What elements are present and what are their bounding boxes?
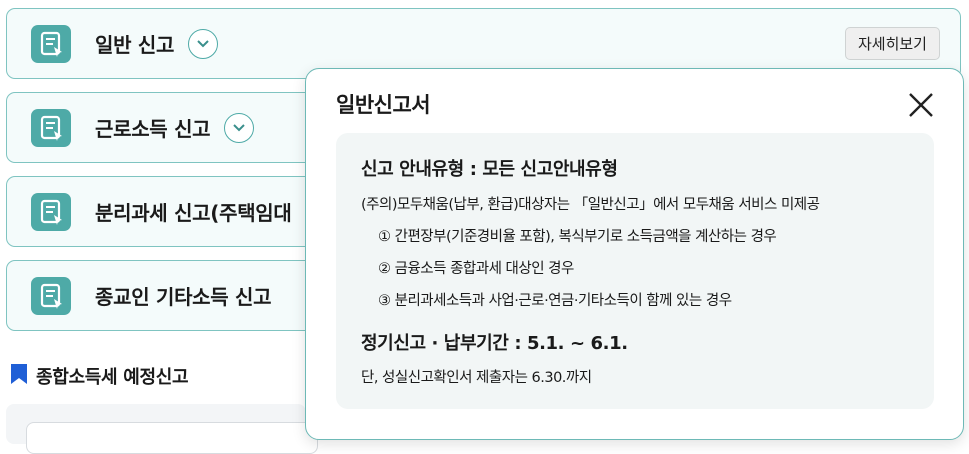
detail-button[interactable]: 자세히보기 xyxy=(844,27,940,60)
section-title: 종합소득세 예정신고 xyxy=(36,367,189,388)
section-heading: 종합소득세 예정신고 xyxy=(10,362,189,390)
list-item: ③ 분리과세소득과 사업·근로·연금·기타소득이 함께 있는 경우 xyxy=(378,293,732,309)
filing-period: 정기신고 · 납부기간 : 5.1. ~ 6.1. xyxy=(361,333,628,354)
card-title: 분리과세 신고(주택임대 xyxy=(95,201,292,225)
general-filing-popup: 일반신고서 신고 안내유형 : 모든 신고안내유형 (주의)모두채움(납부, 환… xyxy=(305,68,964,440)
popup-info-box: 신고 안내유형 : 모든 신고안내유형 (주의)모두채움(납부, 환급)대상자는… xyxy=(336,133,934,409)
chevron-down-icon[interactable] xyxy=(224,112,255,143)
document-edit-icon xyxy=(31,193,71,231)
filing-period-note: 단, 성실신고확인서 제출자는 6.30.까지 xyxy=(361,370,592,386)
guide-type: 신고 안내유형 : 모든 신고안내유형 xyxy=(361,159,618,180)
content-box xyxy=(26,422,318,454)
document-edit-icon xyxy=(31,109,71,147)
card-title: 일반 신고 xyxy=(95,9,219,78)
chevron-down-icon[interactable] xyxy=(188,28,219,59)
list-item: ② 금융소득 종합과세 대상인 경우 xyxy=(378,261,574,277)
card-title: 종교인 기타소득 신고 xyxy=(95,285,272,309)
document-edit-icon xyxy=(31,277,71,315)
card-title: 근로소득 신고 xyxy=(95,93,255,162)
bookmark-icon xyxy=(10,363,28,389)
list-item: ① 간편장부(기준경비율 포함), 복식부기로 소득금액을 계산하는 경우 xyxy=(378,229,777,245)
document-edit-icon xyxy=(31,25,71,63)
notice-text: (주의)모두채움(납부, 환급)대상자는 「일반신고」에서 모두채움 서비스 미… xyxy=(361,197,820,213)
popup-title: 일반신고서 xyxy=(336,93,431,117)
close-icon[interactable] xyxy=(907,91,935,119)
